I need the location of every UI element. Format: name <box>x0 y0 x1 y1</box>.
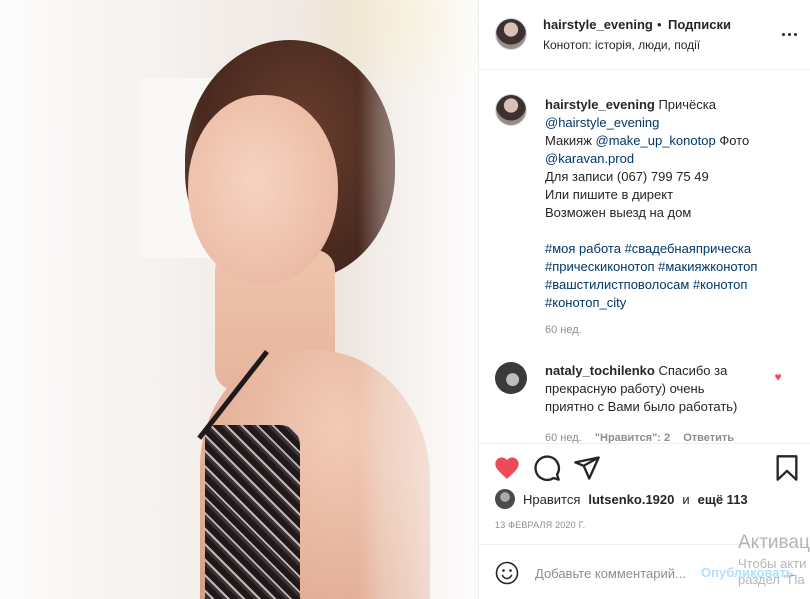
hashtag-link[interactable]: #свадебнаяприческа <box>625 241 752 256</box>
photo-dress <box>205 425 300 599</box>
comment-like-icon[interactable]: ♥ <box>771 370 785 384</box>
likes-summary: Нравится lutsenko.1920 и ещё 113 <box>495 488 748 510</box>
author-username[interactable]: hairstyle_evening <box>543 17 653 32</box>
mention-link[interactable]: @hairstyle_evening <box>545 115 659 130</box>
more-options-icon[interactable] <box>779 26 799 42</box>
post-actions <box>479 443 810 491</box>
commenter-username[interactable]: nataly_tochilenko <box>545 363 655 378</box>
comment-text-1: Спасибо за <box>658 363 728 378</box>
comment-meta: 60 нед. "Нравится": 2 Ответить <box>545 432 744 443</box>
comment-icon[interactable] <box>533 454 561 482</box>
likes-and: и <box>682 491 690 507</box>
caption-time: 60 нед. <box>545 324 582 336</box>
following-button[interactable]: Подписки <box>668 17 731 32</box>
comment-text-2: прекрасную работу) очень <box>545 381 705 396</box>
comment-text-3: приятно с Вами было работать) <box>545 399 738 414</box>
activation-watermark: Активац Чтобы акти раздел "Па <box>738 530 810 588</box>
commenter-avatar[interactable] <box>495 362 527 394</box>
watermark-line: Чтобы акти <box>738 556 807 571</box>
photo-curtain-right <box>358 0 478 599</box>
reply-button[interactable]: Ответить <box>683 432 734 443</box>
hashtag-link[interactable]: #прическиконотоп <box>545 259 654 274</box>
watermark-line-2: раздел "Па <box>738 572 805 587</box>
mention-link[interactable]: @make_up_konotop <box>596 133 716 148</box>
caption-text-4: Для записи (067) 799 75 49 <box>545 169 709 184</box>
post-side-panel: hairstyle_evening • Подписки Конотоп: іс… <box>478 0 810 599</box>
comment-likes-count[interactable]: "Нравится": 2 <box>595 432 670 443</box>
liker-username[interactable]: lutsenko.1920 <box>588 492 674 507</box>
hashtag-link[interactable]: #конотоп <box>693 277 748 292</box>
hashtag-link[interactable]: #конотоп_city <box>545 295 626 310</box>
comment-input[interactable] <box>535 561 700 585</box>
hashtag-link[interactable]: #моя работа <box>545 241 621 256</box>
comments-list[interactable]: hairstyle_evening Причёска @hairstyle_ev… <box>479 70 810 443</box>
likes-prefix: Нравится <box>523 491 581 507</box>
comment-text: nataly_tochilenko Спасибо за прекрасную … <box>545 362 770 416</box>
post-location[interactable]: Конотоп: історія, люди, події <box>543 38 700 52</box>
caption-text-1: Причёска <box>658 97 716 112</box>
liker-avatar[interactable] <box>495 489 515 509</box>
caption-text-3: Фото <box>719 133 750 148</box>
bookmark-icon[interactable] <box>773 454 801 482</box>
post-date[interactable]: 13 ФЕВРАЛЯ 2020 Г. <box>495 520 585 530</box>
post-header: hairstyle_evening • Подписки Конотоп: іс… <box>479 0 810 70</box>
caption-text-2: Макияж <box>545 133 592 148</box>
watermark-title: Активац <box>738 532 810 553</box>
likes-others[interactable]: ещё 113 <box>698 492 748 507</box>
comment-time: 60 нед. <box>545 432 582 443</box>
header-separator: • <box>657 17 662 32</box>
author-avatar[interactable] <box>495 18 527 50</box>
photo-curtain-left <box>0 0 200 599</box>
caption-text-5: Или пишите в директ <box>545 187 674 202</box>
share-icon[interactable] <box>573 454 601 482</box>
hashtag-link[interactable]: #макияжконотоп <box>658 259 757 274</box>
emoji-icon[interactable] <box>495 561 519 585</box>
post-photo[interactable] <box>0 0 478 599</box>
photo-face <box>188 95 338 285</box>
caption-author[interactable]: hairstyle_evening <box>545 97 655 112</box>
mention-link[interactable]: @karavan.prod <box>545 151 634 166</box>
caption-text: hairstyle_evening Причёска @hairstyle_ev… <box>545 96 795 312</box>
caption-author-avatar[interactable] <box>495 94 527 126</box>
hashtag-link[interactable]: #вашстилистповолосам <box>545 277 689 292</box>
heart-filled-icon[interactable] <box>493 454 521 482</box>
caption-text-6: Возможен выезд на дом <box>545 205 692 220</box>
